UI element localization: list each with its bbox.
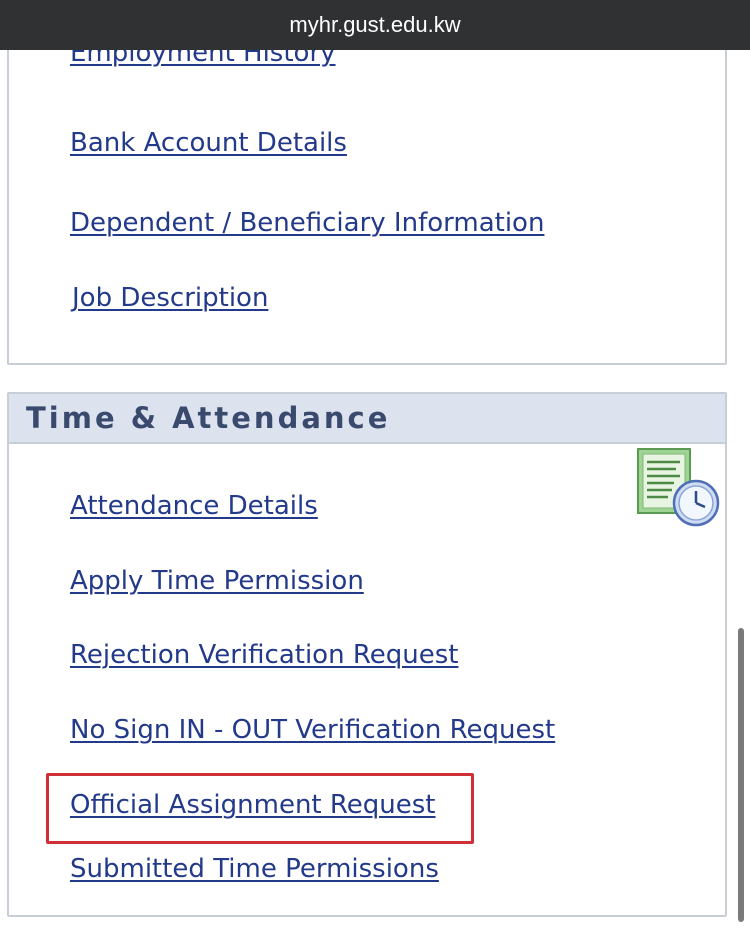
highlight-box (46, 773, 474, 844)
link-apply-time-permission[interactable]: Apply Time Permission (70, 566, 364, 596)
scrollbar[interactable] (738, 628, 744, 922)
page: Employment History Bank Account Details … (0, 0, 750, 930)
timesheet-clock-icon (637, 448, 720, 527)
link-job-description[interactable]: Job Description (72, 283, 268, 313)
link-bank-account-details[interactable]: Bank Account Details (70, 128, 347, 158)
link-rejection-verification-request[interactable]: Rejection Verification Request (70, 640, 458, 670)
link-submitted-time-permissions[interactable]: Submitted Time Permissions (70, 854, 439, 884)
link-attendance-details[interactable]: Attendance Details (70, 491, 318, 521)
url-bar[interactable]: myhr.gust.edu.kw (0, 0, 750, 50)
link-dependent-beneficiary-information[interactable]: Dependent / Beneficiary Information (70, 208, 544, 238)
time-attendance-header: Time & Attendance (9, 394, 725, 444)
link-no-sign-in-out-verification-request[interactable]: No Sign IN - OUT Verification Request (70, 715, 555, 745)
